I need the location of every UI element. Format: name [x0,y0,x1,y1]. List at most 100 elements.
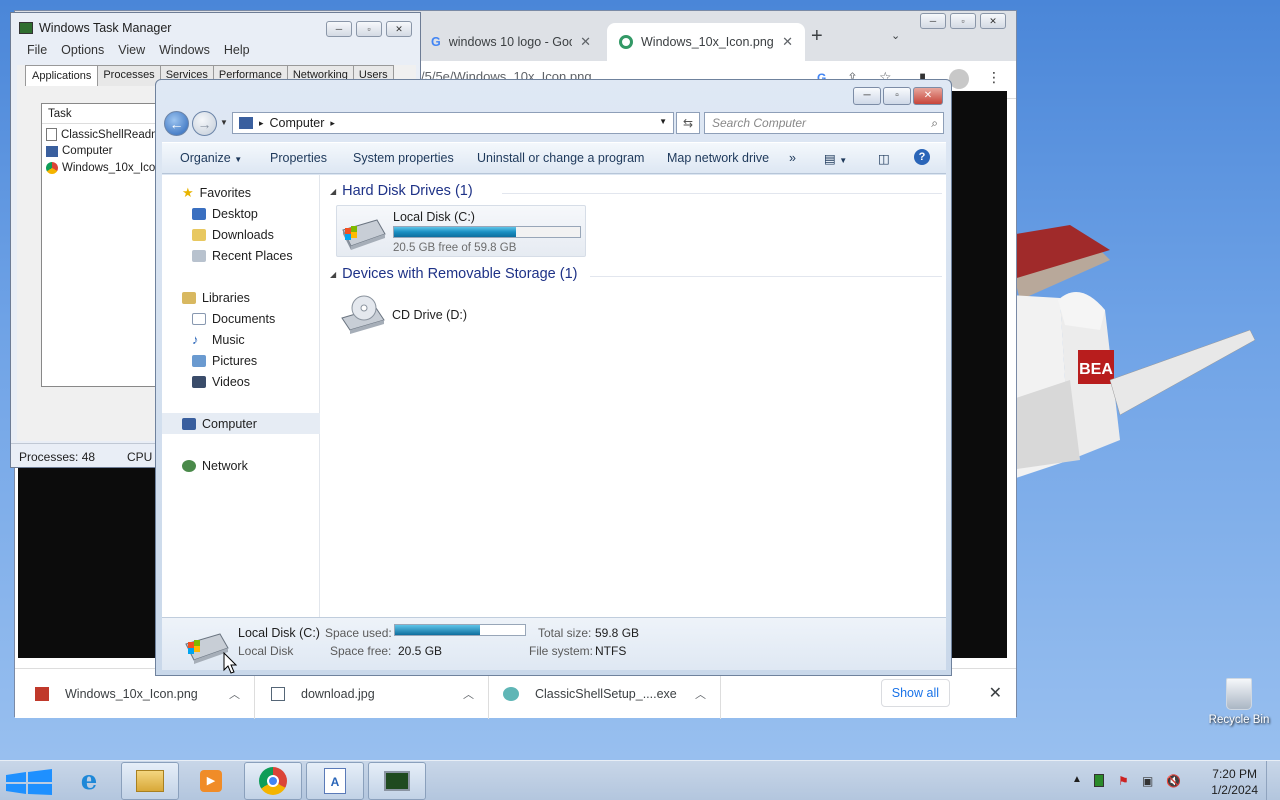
menu-view[interactable]: View [118,43,145,57]
menu-file[interactable]: File [27,43,47,57]
taskbar-explorer[interactable] [121,762,179,800]
nav-network[interactable]: Network [162,455,320,476]
tab-processes[interactable]: Processes [97,65,161,86]
task-name: ClassicShellReadme [61,128,168,141]
media-player-icon: ▶ [200,770,222,792]
nav-videos[interactable]: Videos [162,371,320,392]
chrome-icon [46,162,58,174]
clock[interactable]: 7:20 PM 1/2/2024 [1211,766,1258,798]
address-dropdown-icon[interactable]: ▼ [659,117,667,126]
drive-d-tile[interactable]: CD Drive (D:) [336,290,486,338]
network-status-icon[interactable]: ▣ [1142,774,1153,788]
action-center-flag-icon[interactable]: ⚑ [1118,774,1129,788]
taskbar-media-player[interactable]: ▶ [182,762,240,800]
tab-windows-icon[interactable]: Windows_10x_Icon.png ✕ [607,23,805,61]
document-icon [46,128,57,141]
nav-downloads[interactable]: Downloads [162,224,320,245]
close-button[interactable]: ✕ [913,87,943,105]
minimize-button[interactable]: ─ [326,21,352,37]
task-name: Computer [62,145,113,157]
tab-search-chevron-icon[interactable]: ⌄ [891,29,900,42]
recycle-bin-label: Recycle Bin [1208,714,1270,726]
nav-recent-places[interactable]: Recent Places [162,245,320,266]
group-header-removable[interactable]: ◢ Devices with Removable Storage (1) [330,266,577,282]
back-button[interactable]: ← [164,111,189,136]
more-commands-button[interactable]: » [789,151,796,165]
properties-button[interactable]: Properties [270,151,327,165]
download-item[interactable]: Windows_10x_Icon.png ︿ [35,669,255,719]
system-tray: ▲ ⚑ ▣ 🔇 7:20 PM 1/2/2024 [1060,761,1280,800]
task-manager-icon [19,22,33,34]
address-bar[interactable]: ▸ Computer ▸ ▼ [232,112,674,134]
nav-computer[interactable]: Computer [162,413,320,434]
nav-desktop[interactable]: Desktop [162,203,320,224]
mouse-cursor-icon [223,652,237,674]
recent-pages-dropdown-icon[interactable]: ▼ [220,118,228,127]
volume-muted-icon[interactable]: 🔇 [1166,774,1181,788]
change-view-icon[interactable]: ▤ ▼ [824,151,847,166]
profile-avatar[interactable] [949,69,969,89]
shell-installer-icon [503,687,519,701]
taskbar-task-manager[interactable] [368,762,426,800]
close-tab-icon[interactable]: ✕ [782,34,793,50]
show-hidden-icons-arrow-icon[interactable]: ▲ [1072,774,1082,785]
minimize-button[interactable]: ─ [853,87,881,105]
nav-documents[interactable]: Documents [162,308,320,329]
chevron-up-icon[interactable]: ︿ [463,686,474,702]
chevron-up-icon[interactable]: ︿ [229,686,240,702]
uninstall-program-button[interactable]: Uninstall or change a program [477,151,644,165]
start-button[interactable] [0,769,56,795]
help-icon[interactable]: ? [914,149,930,165]
maximize-button[interactable]: ▫ [356,21,382,37]
close-button[interactable]: ✕ [386,21,412,37]
tab-label: windows 10 logo - Goo [448,35,573,49]
task-manager-tray-icon[interactable] [1094,774,1104,787]
task-row[interactable]: ClassicShellReadme [46,128,167,141]
breadcrumb-separator-icon[interactable]: ▸ [259,118,264,129]
taskbar-chrome[interactable] [244,762,302,800]
menu-kebab-icon[interactable]: ⋮ [987,69,1001,86]
refresh-button[interactable]: ⇆ [676,112,700,134]
recycle-bin-desktop-icon[interactable]: Recycle Bin [1204,678,1274,726]
collapse-triangle-icon[interactable]: ◢ [330,187,336,196]
breadcrumb[interactable]: Computer [270,116,325,130]
taskbar-internet-explorer[interactable]: e [60,762,118,800]
nav-music[interactable]: ♪ Music [162,329,320,350]
organize-button[interactable]: Organize ▼ [180,151,242,165]
download-item[interactable]: download.jpg ︿ [271,669,489,719]
download-item[interactable]: ClassicShellSetup_....exe ︿ [503,669,721,719]
collapse-triangle-icon[interactable]: ◢ [330,270,336,279]
forward-button[interactable]: → [192,111,217,136]
nav-favorites[interactable]: ★ Favorites [162,182,320,203]
menu-options[interactable]: Options [61,43,104,57]
tab-applications[interactable]: Applications [25,65,99,86]
group-header-hard-disk[interactable]: ◢ Hard Disk Drives (1) [330,183,473,199]
menu-windows[interactable]: Windows [159,43,210,57]
maximize-button[interactable]: ▫ [883,87,911,105]
breadcrumb-separator-icon[interactable]: ▸ [330,118,335,129]
search-icon[interactable]: ⌕ [931,116,938,131]
taskbar-wordpad[interactable]: A [306,762,364,800]
task-row[interactable]: Computer [46,145,113,157]
chevron-up-icon[interactable]: ︿ [695,686,706,702]
minimize-button[interactable]: ─ [920,13,946,29]
task-row[interactable]: Windows_10x_Icon [46,162,162,174]
map-network-drive-button[interactable]: Map network drive [667,151,769,165]
nav-pictures[interactable]: Pictures [162,350,320,371]
computer-icon [182,417,196,430]
close-tab-icon[interactable]: ✕ [580,34,591,50]
close-downloads-bar-button[interactable]: ✕ [989,683,1002,703]
new-tab-button[interactable]: + [811,25,823,48]
tab-google-search[interactable]: G windows 10 logo - Goo ✕ [419,23,603,61]
preview-pane-icon[interactable]: ◫ [878,151,890,166]
maximize-button[interactable]: ▫ [950,13,976,29]
nav-label: Music [212,332,245,347]
show-desktop-button[interactable] [1266,761,1280,800]
drive-c-tile[interactable]: Local Disk (C:) 20.5 GB free of 59.8 GB [336,205,586,257]
system-properties-button[interactable]: System properties [353,151,454,165]
nav-libraries[interactable]: Libraries [162,287,320,308]
search-input[interactable]: Search Computer ⌕ [704,112,944,134]
show-all-downloads-button[interactable]: Show all [880,679,950,707]
menu-help[interactable]: Help [224,43,250,57]
close-button[interactable]: ✕ [980,13,1006,29]
